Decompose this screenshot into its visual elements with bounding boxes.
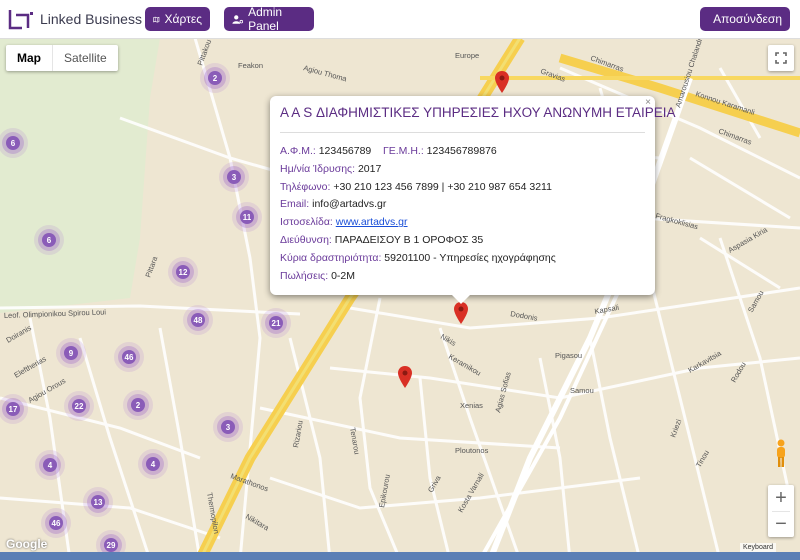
founded-value: 2017 [357,162,382,175]
activity-value: 59201100 - Υπηρεσίες ηχογράφησης [384,251,556,264]
row-phone: Τηλέφωνο: +30 210 123 456 7899 | +30 210… [280,179,645,197]
fullscreen-button[interactable] [768,45,794,71]
marker-cluster[interactable]: 6 [42,233,56,247]
marker-cluster[interactable]: 6 [6,136,20,150]
sales-label: Πωλήσεις: [280,269,329,282]
keyboard-shortcuts-link[interactable]: Keyboard [740,543,776,552]
address-value: ΠΑΡΑΔΕΙΣΟΥ Β 1 ΟΡΟΦΟΣ 35 [334,233,484,246]
marker-cluster[interactable]: 4 [43,458,57,472]
map-icon [153,16,160,23]
marker-cluster[interactable]: 12 [176,265,190,279]
gemi-value: 123456789876 [426,145,497,157]
afm-value: 123456789 [318,145,372,157]
phone-value: +30 210 123 456 7899 | +30 210 987 654 3… [333,180,552,193]
phone-label: Τηλέφωνο: [280,180,331,193]
zoom-in-button[interactable]: + [775,485,787,511]
zoom-out-button[interactable]: − [772,511,790,537]
street-label: Europe [455,51,479,60]
address-label: Διεύθυνση: [280,233,332,246]
admin-panel-button[interactable]: Admin Panel [224,5,314,33]
maps-button-label: Χάρτες [164,12,202,26]
gemi-label: ΓΕ.Μ.Η.: [382,145,424,157]
brand-logo[interactable]: Linked Business [8,7,153,31]
business-title: Α Α S ΔΙΑΦΗΜΙΣΤΙΚΕΣ ΥΠΗΡΕΣΙΕΣ ΗΧΟΥ ΑΝΩΝΥ… [280,104,676,133]
marker-cluster[interactable]: 46 [122,350,136,364]
website-label: Ιστοσελίδα: [280,216,333,229]
user-cog-icon [232,14,244,24]
street-view-button[interactable] [768,436,794,472]
email-label: Email: [280,198,310,211]
marker-cluster[interactable]: 29 [104,538,118,552]
top-navbar: Linked Business Χάρτες Admin Panel Αποσύ… [0,0,800,39]
bottom-strip [0,552,800,560]
sales-value: 0-2M [331,269,356,282]
brand-name: Linked Business [40,11,142,27]
marker-cluster[interactable]: 3 [221,420,235,434]
afm-label: Α.Φ.Μ.: [280,145,316,157]
business-info-popup: × Α Α S ΔΙΑΦΗΜΙΣΤΙΚΕΣ ΥΠΗΡΕΣΙΕΣ ΗΧΟΥ ΑΝΩ… [270,96,676,304]
marker-cluster[interactable]: 22 [72,399,86,413]
street-label: Samou [570,386,594,395]
activity-label: Κύρια δραστηριότητα: [280,251,382,264]
location-pin-icon[interactable] [398,366,412,388]
row-sales: Πωλήσεις: 0-2M [280,268,645,286]
marker-cluster[interactable]: 13 [91,495,105,509]
location-pin-icon[interactable] [454,302,468,324]
maps-button[interactable]: Χάρτες [145,7,210,31]
zoom-control: + − [768,485,794,537]
founded-label: Ημ/νία Ίδρυσης: [280,162,356,175]
marker-cluster[interactable]: 9 [64,346,78,360]
row-website: Ιστοσελίδα: www.artadvs.gr [280,214,645,232]
map-type-satellite-button[interactable]: Satellite [52,45,118,71]
street-label: Ploutonos [455,446,489,455]
email-value: info@artadvs.gr [312,198,387,211]
marker-cluster[interactable]: 21 [269,316,283,330]
logo-mark-icon [8,8,34,30]
map-type-control: Map Satellite [6,45,118,71]
street-label: Feakon [238,61,263,70]
row-email: Email: info@artadvs.gr [280,196,645,214]
map-type-map-button[interactable]: Map [6,45,52,71]
street-label: Xenias [460,401,483,410]
street-label: Pigasou [555,351,582,360]
row-activity: Κύρια δραστηριότητα: 59201100 - Υπηρεσίε… [280,250,645,268]
row-founded: Ημ/νία Ίδρυσης: 2017 [280,161,645,179]
fullscreen-icon [775,52,787,64]
row-address: Διεύθυνση: ΠΑΡΑΔΕΙΣΟΥ Β 1 ΟΡΟΦΟΣ 35 [280,232,645,250]
marker-cluster[interactable]: 46 [49,516,63,530]
marker-cluster[interactable]: 3 [227,170,241,184]
marker-cluster[interactable]: 4 [146,457,160,471]
business-details: Α.Φ.Μ.: 123456789 ΓΕ.Μ.Η.: 123456789876 … [280,143,645,285]
marker-cluster[interactable]: 48 [191,313,205,327]
marker-cluster[interactable]: 2 [131,398,145,412]
google-logo: Google [6,537,48,551]
marker-cluster[interactable]: 17 [6,402,20,416]
row-tax-ids: Α.Φ.Μ.: 123456789 ΓΕ.Μ.Η.: 123456789876 [280,143,645,161]
logout-button-label: Αποσύνδεση [713,12,782,26]
logout-button[interactable]: Αποσύνδεση [700,7,790,31]
admin-panel-button-label: Admin Panel [248,5,283,33]
marker-cluster[interactable]: 2 [208,71,222,85]
pegman-icon [777,439,785,467]
close-icon[interactable]: × [645,97,651,108]
location-pin-icon[interactable] [495,71,509,93]
marker-cluster[interactable]: 11 [240,210,254,224]
website-link[interactable]: www.artadvs.gr [336,216,408,228]
